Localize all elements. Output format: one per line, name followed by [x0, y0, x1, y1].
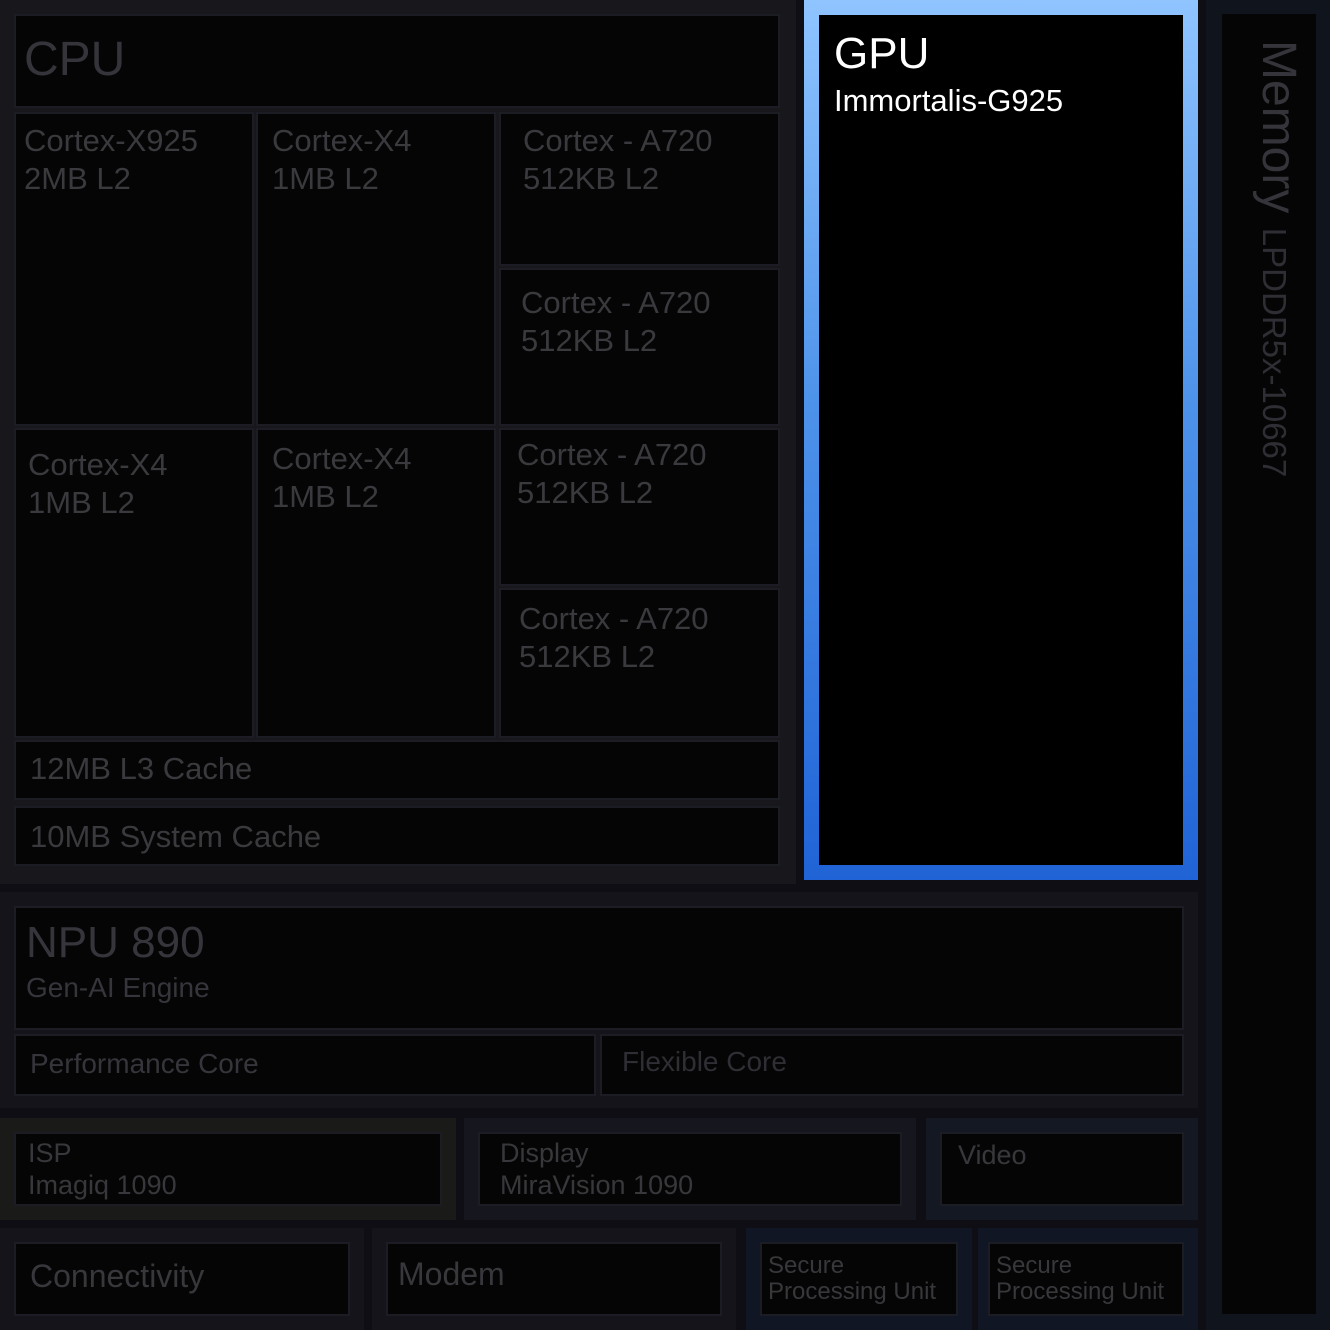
- core-cache: 512KB L2: [519, 639, 656, 674]
- connectivity-title: Connectivity: [30, 1258, 205, 1294]
- core-a720-c: Cortex - A720 512KB L2: [499, 428, 780, 586]
- secure-line2: Processing Unit: [768, 1278, 937, 1305]
- core-x4-a: Cortex-X4 1MB L2: [256, 112, 496, 426]
- isp-subtitle: Imagiq 1090: [28, 1170, 177, 1200]
- video-block: Video: [940, 1132, 1184, 1206]
- core-cache: 2MB L2: [24, 161, 131, 196]
- core-cache: 512KB L2: [517, 475, 654, 510]
- cpu-title: CPU: [24, 33, 126, 86]
- secure-block-1: Secure Processing Unit: [760, 1242, 958, 1316]
- core-name: Cortex - A720: [519, 601, 709, 636]
- npu-block: NPU 890 Gen-AI Engine: [14, 906, 1184, 1030]
- core-name: Cortex-X4: [272, 441, 412, 476]
- video-title: Video: [958, 1140, 1027, 1170]
- core-a720-b: Cortex - A720 512KB L2: [499, 268, 780, 426]
- core-name: Cortex-X4: [28, 447, 168, 482]
- core-name: Cortex-X4: [272, 123, 412, 158]
- modem-title: Modem: [398, 1256, 505, 1292]
- display-subtitle: MiraVision 1090: [500, 1170, 694, 1200]
- system-cache: 10MB System Cache: [14, 806, 780, 866]
- memory-subtitle: LPDDR5x-10667: [1256, 227, 1293, 478]
- npu-performance-core: Performance Core: [14, 1034, 596, 1096]
- core-a720-a: Cortex - A720 512KB L2: [499, 112, 780, 266]
- core-a720-d: Cortex - A720 512KB L2: [499, 588, 780, 738]
- gpu-inner: GPU Immortalis-G925: [819, 15, 1183, 865]
- secure-block-2: Secure Processing Unit: [988, 1242, 1184, 1316]
- core-name: Cortex - A720: [517, 437, 707, 472]
- gpu-title: GPU: [834, 29, 930, 78]
- system-cache-label: 10MB System Cache: [30, 819, 322, 854]
- core-x925: Cortex-X925 2MB L2: [14, 112, 254, 426]
- l3-cache-label: 12MB L3 Cache: [30, 751, 253, 786]
- core-cache: 512KB L2: [523, 161, 660, 196]
- display-block: Display MiraVision 1090: [478, 1132, 902, 1206]
- gpu-block: GPU Immortalis-G925: [804, 0, 1198, 880]
- secure-line1: Secure: [996, 1252, 1073, 1279]
- npu-subtitle: Gen-AI Engine: [26, 972, 210, 1003]
- npu-title: NPU 890: [26, 918, 205, 967]
- core-name: Cortex - A720: [523, 123, 713, 158]
- display-title: Display: [500, 1138, 589, 1168]
- core-cache: 1MB L2: [28, 485, 135, 520]
- modem-block: Modem: [386, 1242, 722, 1316]
- secure-line1: Secure: [768, 1252, 845, 1279]
- flexible-core-label: Flexible Core: [622, 1046, 787, 1077]
- npu-flexible-core: Flexible Core: [600, 1034, 1184, 1096]
- l3-cache: 12MB L3 Cache: [14, 740, 780, 800]
- memory-frame: Memory LPDDR5x-10667: [1206, 0, 1330, 1330]
- cpu-title-bar: CPU: [14, 14, 780, 108]
- core-cache: 1MB L2: [272, 161, 379, 196]
- core-cache: 512KB L2: [521, 323, 658, 358]
- core-cache: 1MB L2: [272, 479, 379, 514]
- isp-title: ISP: [28, 1138, 72, 1168]
- isp-block: ISP Imagiq 1090: [14, 1132, 442, 1206]
- performance-core-label: Performance Core: [30, 1048, 259, 1079]
- core-name: Cortex - A720: [521, 285, 711, 320]
- memory-block: Memory LPDDR5x-10667: [1222, 14, 1316, 1314]
- core-name: Cortex-X925: [24, 123, 199, 158]
- connectivity-block: Connectivity: [14, 1242, 350, 1316]
- secure-line2: Processing Unit: [996, 1278, 1165, 1305]
- gpu-subtitle: Immortalis-G925: [834, 83, 1064, 118]
- core-x4-b: Cortex-X4 1MB L2: [14, 428, 254, 738]
- memory-title: Memory: [1252, 40, 1305, 214]
- core-x4-c: Cortex-X4 1MB L2: [256, 428, 496, 738]
